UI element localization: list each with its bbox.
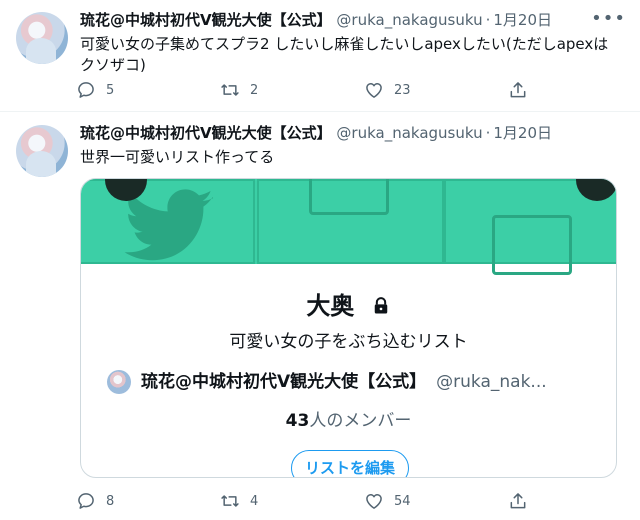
share-icon <box>510 82 526 98</box>
share-button[interactable] <box>508 491 528 511</box>
tweet[interactable]: 琉花@中城村初代V観光大使【公式】 @ruka_nakagusuku · 1月20日… <box>0 113 640 520</box>
tweet-actions: 5 2 23 <box>76 80 546 104</box>
separator-dot: · <box>485 11 491 29</box>
tweet-actions: 8 4 54 <box>76 491 546 515</box>
tweet-header: 琉花@中城村初代V観光大使【公式】 @ruka_nakagusuku · 1月20日 <box>80 123 552 143</box>
tweet-date[interactable]: 1月20日 <box>493 124 552 142</box>
twitter-bird-icon <box>124 189 213 261</box>
list-name: 大奥 <box>306 292 355 320</box>
share-button[interactable] <box>508 80 528 100</box>
author-handle[interactable]: @ruka_nakagusuku <box>336 124 482 142</box>
reply-count: 8 <box>106 493 115 509</box>
tweet-header: 琉花@中城村初代V観光大使【公式】 @ruka_nakagusuku · 1月20日 <box>80 10 552 30</box>
list-banner <box>81 179 616 275</box>
owner-name: 琉花@中城村初代V観光大使【公式】 <box>141 372 427 392</box>
retweet-icon <box>221 84 239 96</box>
like-icon <box>366 494 382 509</box>
avatar[interactable] <box>16 125 68 177</box>
author-name[interactable]: 琉花@中城村初代V観光大使【公式】 <box>80 124 332 142</box>
like-button[interactable]: 54 <box>364 491 411 511</box>
member-count-number: 43 <box>285 411 310 431</box>
reply-icon <box>78 82 94 98</box>
retweet-button[interactable]: 4 <box>220 491 258 511</box>
share-icon <box>510 493 526 509</box>
banner-panel <box>81 179 255 264</box>
avatar[interactable] <box>16 12 68 64</box>
member-count-label: 人のメンバー <box>309 411 412 431</box>
tweet-text: 世界一可愛いリスト作ってる <box>80 148 275 166</box>
banner-decoration <box>309 179 389 215</box>
list-description: 可愛い女の子をぶち込むリスト <box>229 332 468 352</box>
retweet-button[interactable]: 2 <box>220 80 258 100</box>
more-icon[interactable]: ••• <box>591 10 626 28</box>
edit-list-button[interactable]: リストを編集 <box>291 450 409 477</box>
tweet-date[interactable]: 1月20日 <box>493 11 552 29</box>
owner-avatar[interactable] <box>107 370 131 394</box>
like-button[interactable]: 23 <box>364 80 411 100</box>
list-title: 大奥 <box>81 291 616 321</box>
author-name[interactable]: 琉花@中城村初代V観光大使【公式】 <box>80 11 332 29</box>
owner-handle: @ruka_nak... <box>436 372 547 392</box>
reply-count: 5 <box>106 82 115 98</box>
lock-icon <box>374 297 387 314</box>
like-count: 23 <box>394 82 411 98</box>
like-icon <box>366 83 382 98</box>
tweet-text: 可愛い女の子集めてスプラ2 したいし麻雀したいしapexしたい(ただしapexは… <box>80 35 609 74</box>
reply-icon <box>78 493 94 509</box>
member-count[interactable]: 43人のメンバー <box>81 410 616 432</box>
like-count: 54 <box>394 493 411 509</box>
separator-dot: · <box>485 124 491 142</box>
tweet[interactable]: 琉花@中城村初代V観光大使【公式】 @ruka_nakagusuku · 1月20日… <box>0 0 640 112</box>
list-owner[interactable]: 琉花@中城村初代V観光大使【公式】 @ruka_nak... <box>107 370 547 394</box>
reply-button[interactable]: 5 <box>76 80 114 100</box>
reply-button[interactable]: 8 <box>76 491 114 511</box>
retweet-count: 2 <box>250 82 259 98</box>
retweet-count: 4 <box>250 493 259 509</box>
author-handle[interactable]: @ruka_nakagusuku <box>336 11 482 29</box>
list-card[interactable]: 大奥 可愛い女の子をぶち込むリスト 琉花@中城村初代V観光大使【公式】 @ruk… <box>80 178 617 478</box>
retweet-icon <box>221 495 239 507</box>
banner-decoration <box>492 215 572 275</box>
banner-panel <box>257 179 444 264</box>
